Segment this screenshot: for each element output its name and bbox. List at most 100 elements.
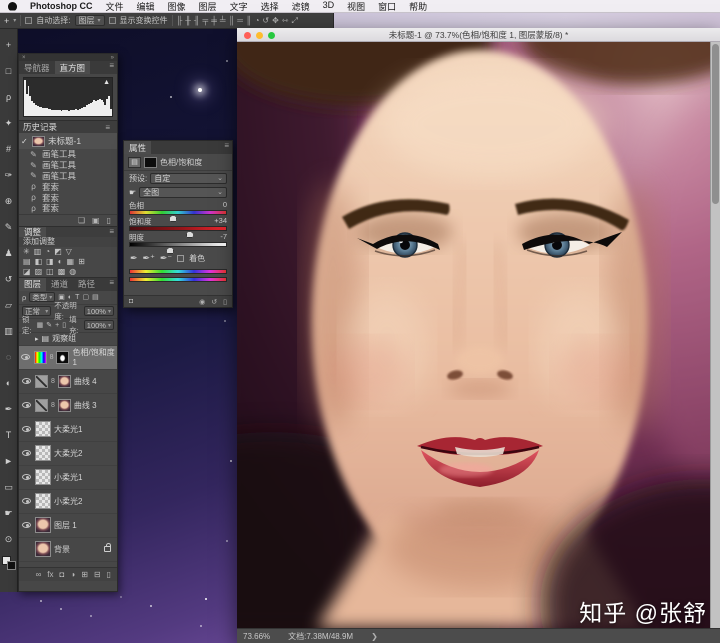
menu-item-6[interactable]: 滤镜	[292, 0, 310, 13]
tab-adjustments[interactable]: 调整	[19, 226, 47, 237]
menu-app-name[interactable]: Photoshop CC	[30, 1, 93, 11]
distribute-left-icon[interactable]: ║	[229, 16, 235, 26]
hue-saturation-icon[interactable]: ▤	[23, 257, 31, 266]
filter-shape-icon[interactable]: ▢	[82, 293, 89, 301]
menu-item-4[interactable]: 文字	[230, 0, 248, 13]
filter-type-dropdown[interactable]: 类型 ▾	[29, 292, 56, 303]
menu-item-8[interactable]: 视图	[347, 0, 365, 13]
lock-all-icon[interactable]: ▯	[62, 321, 66, 329]
history-brush-source-icon[interactable]: ✓	[21, 137, 29, 146]
color-lookup-icon[interactable]: ⊞	[78, 257, 85, 266]
exposure-icon[interactable]: ◩	[54, 247, 62, 256]
layer-thumbnail[interactable]	[35, 445, 51, 462]
layer-visibility-toggle[interactable]	[21, 402, 32, 409]
lock-pixels-icon[interactable]: ✎	[46, 321, 52, 329]
layer-visibility-toggle[interactable]	[21, 498, 32, 505]
new-doc-from-state-icon[interactable]: ❏	[78, 216, 85, 225]
status-options-chevron-icon[interactable]: ❯	[371, 632, 378, 641]
channel-mixer-icon[interactable]: ▦	[67, 257, 75, 266]
layer-row[interactable]: 大柔光2	[19, 442, 117, 466]
targeted-adjustment-icon[interactable]: ☛	[129, 188, 136, 197]
menu-item-2[interactable]: 图像	[168, 0, 186, 13]
move-tool-icon[interactable]: +	[4, 16, 9, 26]
adjustment-thumbnail[interactable]	[35, 398, 48, 412]
zoom-level-field[interactable]: 73.66%	[243, 632, 270, 641]
layer-visibility-toggle[interactable]	[21, 474, 32, 481]
layer-thumbnail[interactable]	[35, 517, 51, 534]
tab-navigator[interactable]: 导航器	[19, 61, 55, 74]
visibility-icon[interactable]: ◉	[199, 298, 205, 306]
collapse-icon[interactable]: »	[111, 55, 114, 61]
saturation-slider-track[interactable]	[129, 226, 227, 238]
3d-slide-icon[interactable]: ⇿	[282, 16, 289, 26]
new-layer-icon[interactable]: ⊟	[94, 570, 101, 579]
brush-tool[interactable]: ✎	[1, 214, 17, 240]
layer-thumbnail[interactable]	[35, 541, 51, 558]
layer-visibility-toggle[interactable]	[21, 354, 31, 361]
layer-visibility-toggle[interactable]	[21, 426, 32, 433]
distribute-hcenter-icon[interactable]: ═	[237, 16, 243, 26]
vertical-scrollbar[interactable]	[710, 42, 720, 628]
layer-thumbnail[interactable]	[35, 421, 51, 438]
lightness-slider-track[interactable]	[129, 242, 227, 254]
menu-item-10[interactable]: 帮助	[409, 0, 427, 13]
close-icon[interactable]: ×	[22, 55, 26, 61]
tool-preset-chevron-icon[interactable]: ▾	[13, 17, 16, 24]
type-tool[interactable]: T	[1, 422, 17, 448]
close-window-button[interactable]	[244, 31, 251, 39]
quick-selection-tool[interactable]: ✦	[1, 110, 17, 136]
delete-icon[interactable]: ▯	[223, 298, 227, 306]
curves-icon[interactable]: ◔	[45, 247, 50, 256]
3d-pan-icon[interactable]: ✥	[272, 16, 279, 26]
history-entry[interactable]: ρ 套索	[19, 203, 117, 214]
color-swatches[interactable]	[1, 556, 16, 570]
history-entry[interactable]: ✎ 画笔工具	[19, 160, 117, 171]
hue-slider-track[interactable]	[129, 210, 227, 222]
menu-item-1[interactable]: 编辑	[137, 0, 155, 13]
layer-thumbnail[interactable]	[57, 374, 71, 388]
brightness-contrast-icon[interactable]: ✳	[23, 247, 30, 256]
history-brush-tool[interactable]: ↺	[1, 266, 17, 292]
slider-value[interactable]: 0	[223, 200, 227, 209]
clip-to-layer-icon[interactable]: ◘	[129, 298, 133, 305]
layer-thumbnail[interactable]	[57, 398, 71, 412]
adjustment-layer-icon[interactable]: ◑	[70, 570, 75, 579]
layer-row[interactable]: 大柔光1	[19, 418, 117, 442]
menu-item-9[interactable]: 窗口	[378, 0, 396, 13]
fx-icon[interactable]: fx	[47, 570, 53, 579]
adjustment-thumbnail[interactable]	[33, 350, 47, 364]
show-transform-checkbox[interactable]	[108, 17, 116, 24]
history-entry[interactable]: ρ 套索	[19, 181, 117, 192]
history-snapshot-row[interactable]: ✓ 未标题-1	[19, 133, 117, 149]
gradient-map-icon[interactable]: ▩	[58, 267, 66, 276]
invert-icon[interactable]: ◪	[23, 267, 31, 276]
lasso-tool[interactable]: ρ	[1, 84, 17, 110]
layer-thumbnail[interactable]	[35, 469, 51, 486]
hand-tool[interactable]: ☛	[1, 500, 17, 526]
tab-layers[interactable]: 图层	[19, 277, 47, 291]
layer-row[interactable]: 图层 1	[19, 514, 117, 538]
tab-histogram[interactable]: 直方图	[54, 61, 91, 74]
black-white-icon[interactable]: ◨	[46, 257, 54, 266]
3d-orbit-icon[interactable]: ◔	[255, 16, 260, 26]
layer-row[interactable]: 8 曲线 4	[19, 370, 117, 394]
fill-dropdown[interactable]: 100% ▾	[83, 320, 114, 331]
slider-value[interactable]: -7	[220, 232, 227, 241]
layer-visibility-toggle[interactable]	[21, 450, 32, 457]
layer-mask-icon[interactable]: ◘	[60, 570, 65, 579]
panel-menu-icon[interactable]: ≡	[109, 227, 117, 236]
lock-position-icon[interactable]: +	[55, 322, 59, 329]
document-title-bar[interactable]: 未标题-1 @ 73.7%(色相/饱和度 1, 图层蒙版/8) *	[237, 28, 720, 42]
healing-brush-tool[interactable]: ⊕	[1, 188, 17, 214]
align-left-icon[interactable]: ╟	[177, 16, 183, 26]
3d-scale-icon[interactable]: ⤢	[292, 16, 298, 26]
3d-roll-icon[interactable]: ↺	[262, 16, 269, 26]
panel-menu-icon[interactable]: ≡	[105, 123, 113, 132]
new-snapshot-icon[interactable]: ▣	[92, 216, 100, 225]
layer-visibility-toggle[interactable]	[21, 522, 32, 529]
layer-row[interactable]: ▸ ▤ 观察组	[19, 333, 117, 346]
slider-value[interactable]: +34	[214, 216, 227, 225]
group-caret-icon[interactable]: ▸	[35, 335, 39, 343]
menu-item-5[interactable]: 选择	[261, 0, 279, 13]
panel-menu-icon[interactable]: ≡	[109, 278, 117, 291]
